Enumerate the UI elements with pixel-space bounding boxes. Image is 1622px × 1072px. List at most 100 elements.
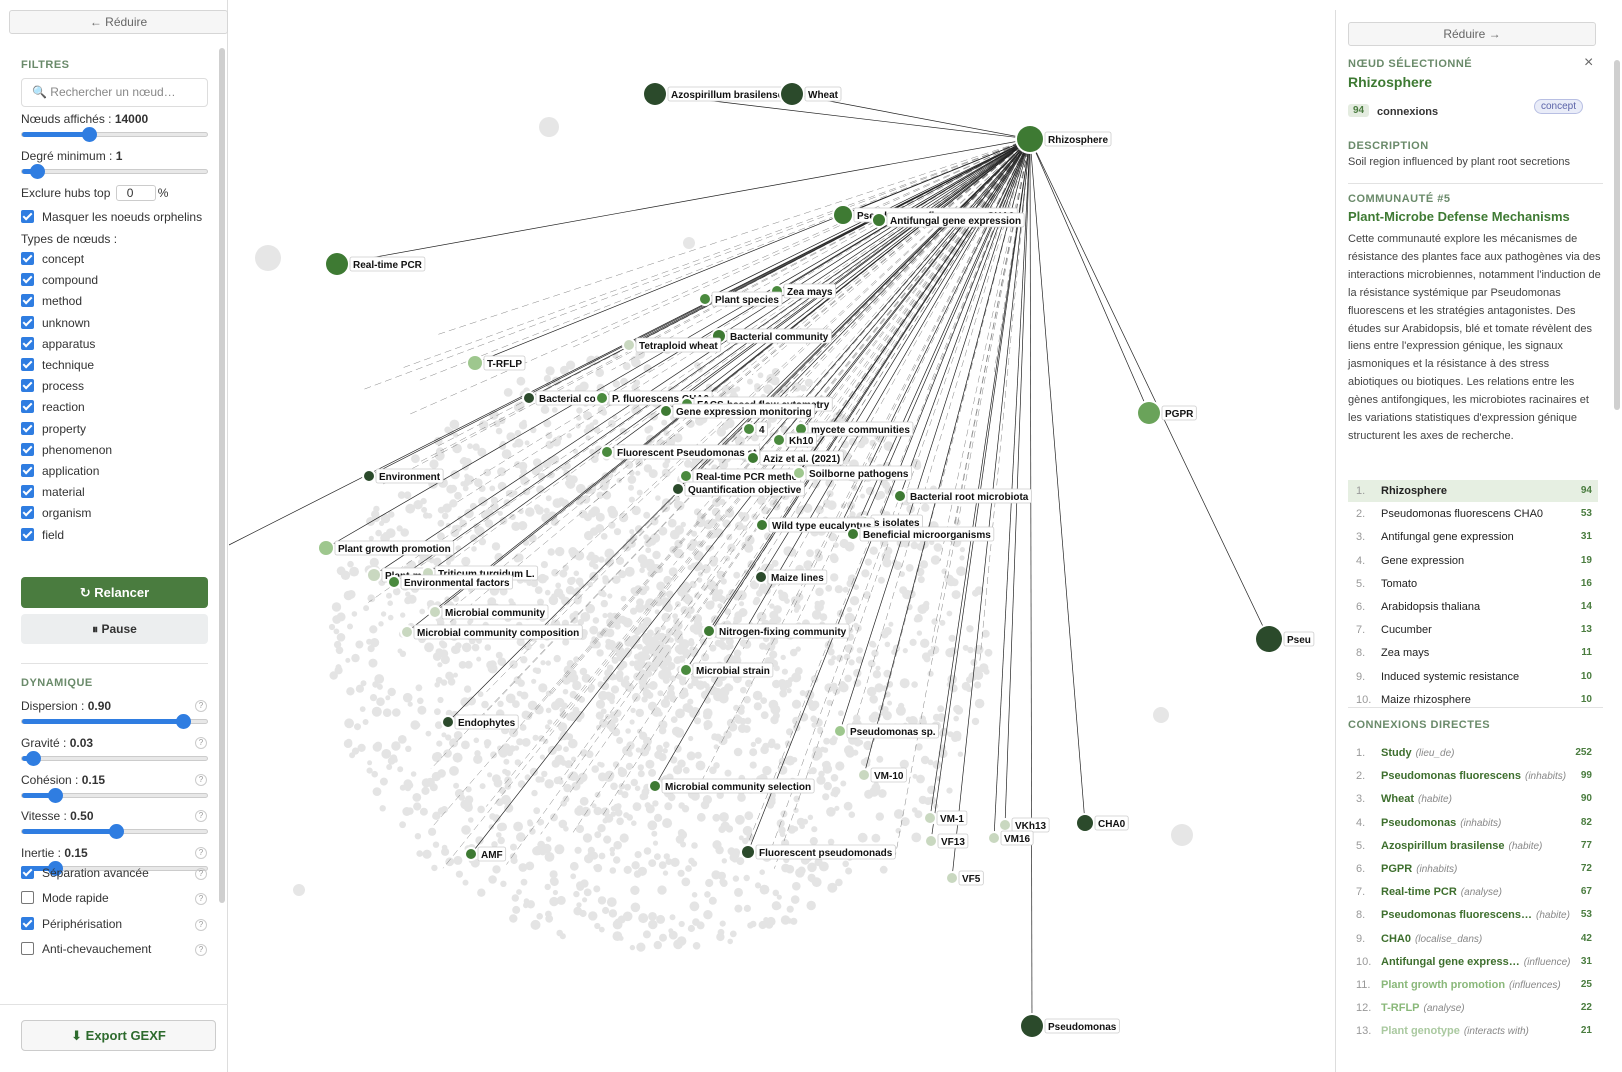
- graph-node[interactable]: Soilborne pathogens: [792, 465, 912, 481]
- node-dot[interactable]: [1138, 402, 1160, 424]
- node-type-unknown[interactable]: unknown: [21, 315, 90, 332]
- graph-node[interactable]: Nitrogen-fixing community: [702, 623, 850, 639]
- node-type-compound[interactable]: compound: [21, 273, 98, 289]
- graph-node[interactable]: CHA0: [1075, 813, 1129, 833]
- slider-thumb[interactable]: [29, 164, 45, 179]
- node-dot[interactable]: [781, 83, 803, 105]
- checkbox-box[interactable]: [21, 336, 34, 350]
- graph-node[interactable]: Microbial community composition: [400, 624, 583, 640]
- checkbox-box[interactable]: [21, 315, 34, 329]
- checkbox-box[interactable]: [21, 358, 34, 371]
- checkbox-box[interactable]: [21, 866, 34, 879]
- node-dot[interactable]: [744, 424, 754, 434]
- slider-thumb[interactable]: [26, 750, 42, 766]
- checkbox-box[interactable]: [21, 891, 34, 905]
- node-type-reaction[interactable]: reaction: [21, 400, 85, 416]
- help-icon[interactable]: ?: [195, 868, 207, 880]
- help-icon[interactable]: ?: [195, 847, 207, 860]
- graph-node[interactable]: VM16: [987, 830, 1034, 846]
- right-scrollbar[interactable]: [1614, 60, 1620, 410]
- node-dot[interactable]: [700, 294, 710, 304]
- checkbox-box[interactable]: [21, 942, 34, 956]
- node-dot[interactable]: [742, 846, 754, 858]
- node-type-method[interactable]: method: [21, 294, 82, 310]
- dynamics-slider[interactable]: [21, 824, 208, 840]
- node-dot[interactable]: [650, 781, 660, 791]
- node-dot[interactable]: [925, 813, 935, 823]
- graph-node[interactable]: Quantification objective: [671, 481, 805, 497]
- node-type-organism[interactable]: organism: [21, 506, 91, 522]
- node-dot[interactable]: [1021, 1015, 1043, 1037]
- checkbox-box[interactable]: [21, 400, 34, 414]
- graph-node[interactable]: Aziz et al. (2021): [746, 450, 844, 466]
- connection-row[interactable]: 13. Plant genotype (interacts with) 21: [1348, 1019, 1598, 1043]
- min-degree-slider[interactable]: [21, 164, 208, 179]
- dynamics-slider[interactable]: [21, 714, 208, 729]
- checkbox-box[interactable]: [21, 294, 34, 308]
- help-icon[interactable]: ?: [195, 773, 207, 786]
- graph-node[interactable]: Gene expression monitoring: [659, 403, 815, 419]
- help-icon[interactable]: ?: [195, 944, 207, 957]
- checkbox-box[interactable]: [21, 252, 34, 265]
- graph-node[interactable]: Pseudomonas: [1019, 1013, 1120, 1039]
- community-node-row[interactable]: 5. Tomato 16: [1348, 573, 1598, 595]
- option-checkbox[interactable]: Mode rapide: [21, 891, 109, 907]
- graph-node[interactable]: Wheat: [779, 81, 842, 107]
- community-node-row[interactable]: 9. Induced systemic resistance 10: [1348, 666, 1598, 688]
- node-dot[interactable]: [661, 406, 671, 416]
- graph-node[interactable]: Real-time PCR: [324, 251, 426, 277]
- community-node-row[interactable]: 1. Rhizosphere 94: [1348, 480, 1598, 502]
- node-dot[interactable]: [989, 833, 999, 843]
- slider-thumb[interactable]: [175, 714, 191, 729]
- graph-node[interactable]: Plant growth promotion: [317, 539, 455, 557]
- graph-node[interactable]: Beneficial microorganisms: [846, 526, 995, 542]
- exclude-hubs-input[interactable]: 0: [115, 185, 156, 201]
- checkbox-box[interactable]: [21, 464, 34, 477]
- graph-node[interactable]: Microbial strain: [679, 662, 774, 678]
- node-dot[interactable]: [681, 471, 691, 481]
- node-dot[interactable]: [466, 849, 476, 859]
- node-dot[interactable]: [389, 577, 399, 587]
- checkbox-box[interactable]: [21, 916, 34, 930]
- node-type-phenomenon[interactable]: phenomenon: [21, 442, 112, 459]
- node-dot[interactable]: [873, 214, 885, 226]
- restart-button[interactable]: ↻ Relancer: [21, 577, 208, 608]
- node-dot[interactable]: [443, 717, 453, 727]
- slider-thumb[interactable]: [81, 127, 97, 142]
- graph-node[interactable]: Bacterial community: [711, 328, 832, 344]
- option-checkbox[interactable]: Séparation avancée: [21, 866, 149, 882]
- graph-node[interactable]: T-RFLP: [466, 354, 526, 372]
- slider-thumb[interactable]: [109, 824, 125, 840]
- graph-node[interactable]: AMF: [464, 846, 507, 862]
- node-type-apparatus[interactable]: apparatus: [21, 336, 95, 353]
- node-dot[interactable]: [796, 424, 806, 434]
- node-dot[interactable]: [704, 626, 714, 636]
- checkbox-box[interactable]: [21, 506, 34, 520]
- checkbox-box[interactable]: [21, 527, 34, 541]
- connection-row[interactable]: 11. Plant growth promotion (influences) 25: [1348, 973, 1598, 997]
- slider-thumb[interactable]: [48, 787, 64, 803]
- graph-node[interactable]: Endophytes: [441, 714, 519, 730]
- connection-row[interactable]: 5. Azospirillum brasilense (habite) 77: [1348, 834, 1598, 858]
- graph-node[interactable]: VF13: [924, 833, 969, 849]
- help-icon[interactable]: ?: [195, 736, 207, 749]
- node-dot[interactable]: [895, 491, 905, 501]
- node-dot[interactable]: [1077, 815, 1093, 831]
- node-dot[interactable]: [524, 393, 534, 403]
- community-node-row[interactable]: 8. Zea mays 11: [1348, 642, 1598, 664]
- graph-node[interactable]: PGPR: [1136, 400, 1197, 426]
- node-type-concept[interactable]: concept: [21, 252, 84, 268]
- community-node-row[interactable]: 6. Arabidopsis thaliana 14: [1348, 596, 1598, 618]
- node-dot[interactable]: [468, 356, 482, 370]
- node-dot[interactable]: [1256, 626, 1282, 652]
- checkbox-box[interactable]: [21, 442, 34, 456]
- dynamics-slider[interactable]: [21, 787, 208, 803]
- node-dot[interactable]: [748, 453, 758, 463]
- help-icon[interactable]: ?: [195, 918, 207, 931]
- nodes-shown-slider[interactable]: [21, 127, 208, 142]
- connection-row[interactable]: 9. CHA0 (localise_dans) 42: [1348, 927, 1598, 951]
- checkbox-box[interactable]: [21, 421, 34, 435]
- left-scrollbar[interactable]: [219, 48, 225, 903]
- node-type-technique[interactable]: technique: [21, 358, 94, 374]
- graph-node[interactable]: VF5: [945, 870, 984, 886]
